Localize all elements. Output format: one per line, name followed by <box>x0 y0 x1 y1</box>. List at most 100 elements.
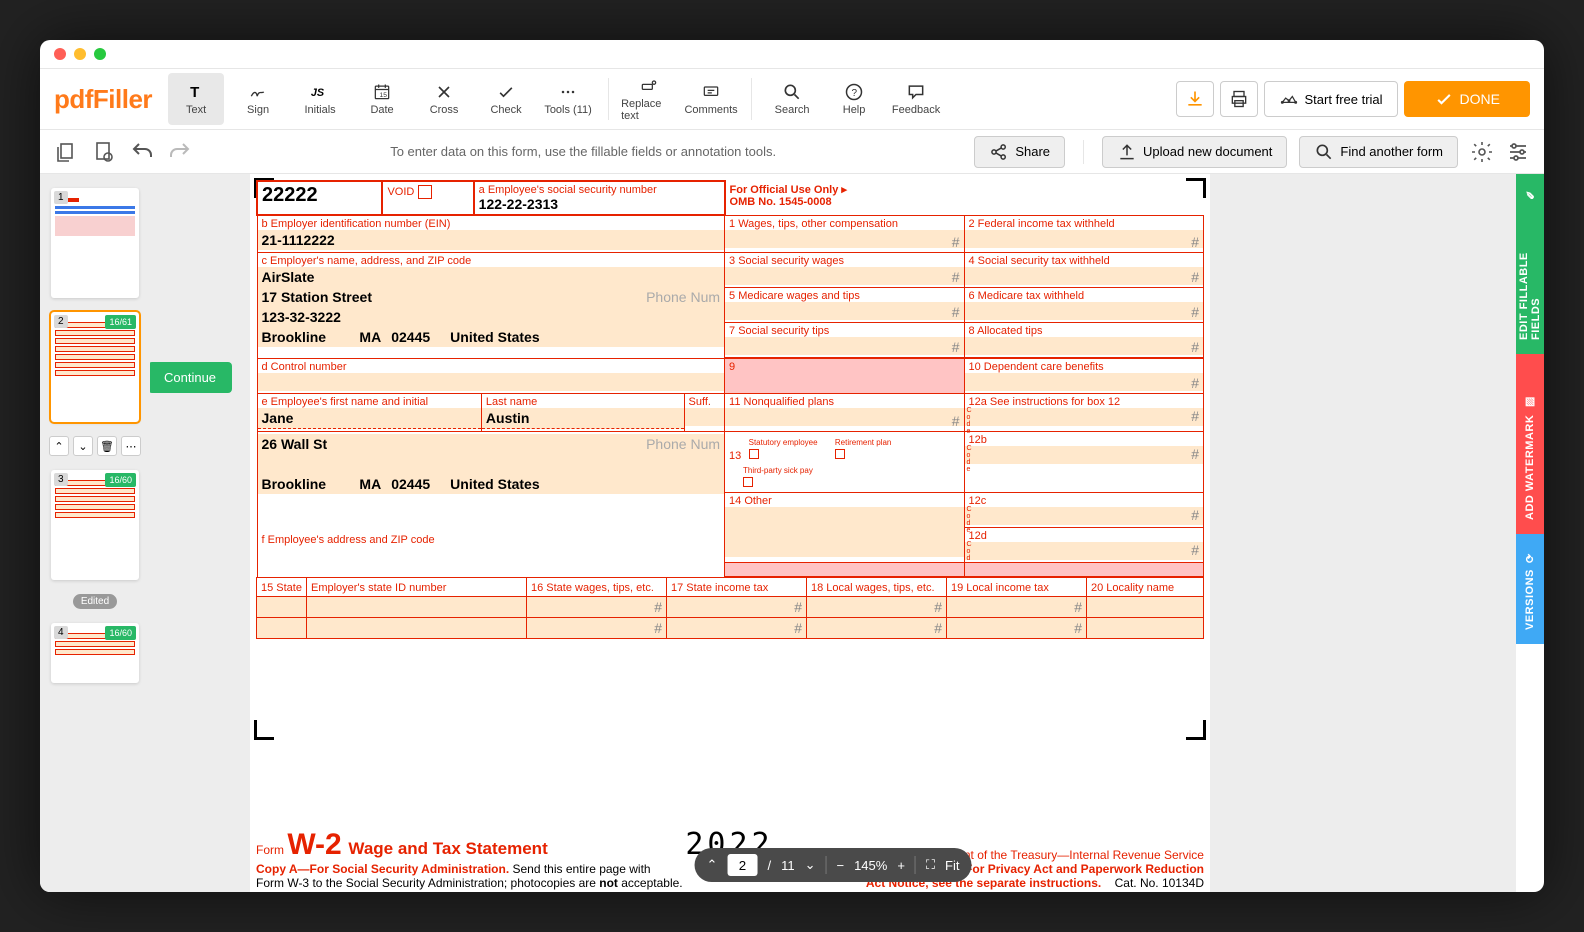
fit-icon[interactable]: ⛶ <box>926 857 935 873</box>
redo-icon[interactable] <box>168 140 192 164</box>
employee-postal[interactable]: 02445 <box>391 476 430 492</box>
canvas[interactable]: Continue 22222 VOID a Employee's social … <box>150 174 1516 892</box>
tool-sign[interactable]: Sign <box>230 73 286 125</box>
pager-current[interactable] <box>727 854 757 876</box>
box5-field[interactable]: # <box>725 302 963 320</box>
phone-ph[interactable]: Phone Num <box>646 289 720 305</box>
zoom-out[interactable]: − <box>836 858 844 873</box>
tool-search[interactable]: Search <box>764 73 820 125</box>
tool-more[interactable]: Tools (11) <box>540 73 596 125</box>
settings-page-icon[interactable] <box>92 140 116 164</box>
s18[interactable]: # <box>807 597 947 618</box>
max-dot[interactable] <box>94 48 106 60</box>
fit-label[interactable]: Fit <box>945 858 959 873</box>
download-button[interactable] <box>1176 81 1214 117</box>
tool-cross[interactable]: Cross <box>416 73 472 125</box>
s15b2[interactable] <box>307 618 527 639</box>
void-checkbox[interactable] <box>418 185 432 199</box>
tab-versions[interactable]: VERSIONS ⟳ <box>1516 534 1544 644</box>
box7-field[interactable]: # <box>725 337 963 355</box>
thumb-down[interactable]: ⌄ <box>73 436 93 456</box>
s19b[interactable]: # <box>947 618 1087 639</box>
employer-name[interactable]: AirSlate <box>258 267 725 287</box>
s18b[interactable]: # <box>807 618 947 639</box>
thumb-up[interactable]: ⌃ <box>49 436 69 456</box>
share-button[interactable]: Share <box>974 136 1065 168</box>
tool-help[interactable]: ?Help <box>826 73 882 125</box>
pages-icon[interactable] <box>54 140 78 164</box>
employee-country[interactable]: United States <box>450 476 539 492</box>
continue-button[interactable]: Continue <box>150 362 232 393</box>
tool-feedback[interactable]: Feedback <box>888 73 944 125</box>
box14-field[interactable] <box>725 507 963 557</box>
s15a2[interactable] <box>257 618 307 639</box>
tool-initials[interactable]: JSInitials <box>292 73 348 125</box>
s17b[interactable]: # <box>667 618 807 639</box>
thumb-3[interactable]: 316/60 <box>51 470 139 580</box>
last-name[interactable]: Austin <box>482 408 684 429</box>
thumb-2[interactable]: 216/61 <box>51 312 139 422</box>
box2-field[interactable]: # <box>965 230 1204 248</box>
employee-city[interactable]: Brookline <box>262 476 327 492</box>
tool-check[interactable]: Check <box>478 73 534 125</box>
tool-replace[interactable]: Replace text <box>621 73 677 125</box>
control-number[interactable] <box>258 373 725 391</box>
print-button[interactable] <box>1220 81 1258 117</box>
tool-comments[interactable]: Comments <box>683 73 739 125</box>
box10-field[interactable]: # <box>965 373 1204 391</box>
box12c-field[interactable]: Code# <box>965 507 1204 525</box>
min-dot[interactable] <box>74 48 86 60</box>
box6-field[interactable]: # <box>965 302 1204 320</box>
s19[interactable]: # <box>947 597 1087 618</box>
employee-street[interactable]: 26 Wall St <box>262 436 328 452</box>
box12a-field[interactable]: Code# <box>965 408 1204 426</box>
thumb-delete[interactable]: 🗑 <box>97 436 117 456</box>
s15a[interactable] <box>257 597 307 618</box>
done-button[interactable]: DONE <box>1404 81 1530 117</box>
ret-check[interactable] <box>835 449 845 459</box>
sliders-icon[interactable] <box>1506 140 1530 164</box>
stat-check[interactable] <box>749 449 759 459</box>
pager-up[interactable]: ⌃ <box>707 857 718 873</box>
phone-ph2[interactable]: Phone Num <box>646 436 720 452</box>
employee-line2[interactable] <box>258 454 725 474</box>
close-dot[interactable] <box>54 48 66 60</box>
suffix[interactable] <box>685 408 725 426</box>
box11-field[interactable]: # <box>725 408 963 426</box>
s15b[interactable] <box>307 597 527 618</box>
undo-icon[interactable] <box>130 140 154 164</box>
ssn-field[interactable]: 122-22-2313 <box>479 196 720 212</box>
tool-text[interactable]: TText <box>168 73 224 125</box>
sick-check[interactable] <box>743 477 753 487</box>
s16b[interactable]: # <box>527 618 667 639</box>
s16[interactable]: # <box>527 597 667 618</box>
thumb-1[interactable]: 1 <box>51 188 139 298</box>
employer-city[interactable]: Brookline <box>262 329 327 345</box>
ein-field[interactable]: 21-1112222 <box>258 230 725 250</box>
box3-field[interactable]: # <box>725 267 963 285</box>
box8-field[interactable]: # <box>965 337 1204 355</box>
employee-state[interactable]: MA <box>359 476 381 492</box>
box12d-field[interactable]: Code# <box>965 542 1204 560</box>
upload-button[interactable]: Upload new document <box>1102 136 1287 168</box>
tab-fillable-fields[interactable]: EDIT FILLABLE FIELDS ✎ <box>1516 174 1544 354</box>
employer-street[interactable]: 17 Station Street <box>262 289 372 305</box>
s20b[interactable] <box>1087 618 1204 639</box>
pager-down[interactable]: ⌄ <box>805 857 816 873</box>
s20[interactable] <box>1087 597 1204 618</box>
tool-date[interactable]: 15Date <box>354 73 410 125</box>
box12b-field[interactable]: Code# <box>965 446 1204 464</box>
thumb-more[interactable]: ⋯ <box>121 436 141 456</box>
employer-postal[interactable]: 02445 <box>391 329 430 345</box>
thumb-4[interactable]: 416/60 <box>51 623 139 683</box>
employer-zip[interactable]: 123-32-3222 <box>258 307 725 327</box>
s17[interactable]: # <box>667 597 807 618</box>
box1-field[interactable]: # <box>725 230 963 248</box>
zoom-in[interactable]: + <box>897 858 905 873</box>
start-trial-button[interactable]: Start free trial <box>1264 81 1398 117</box>
box4-field[interactable]: # <box>965 267 1204 285</box>
find-button[interactable]: Find another form <box>1299 136 1458 168</box>
employer-country[interactable]: United States <box>450 329 539 345</box>
employer-state[interactable]: MA <box>359 329 381 345</box>
first-name[interactable]: Jane <box>258 408 481 429</box>
